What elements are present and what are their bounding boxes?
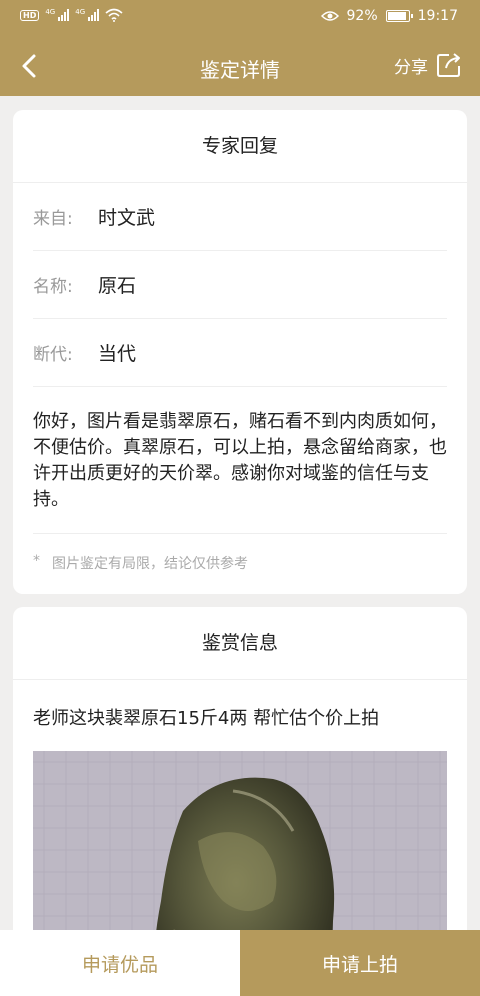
clock: 19:17 [417,8,458,24]
field-label: 断代: [33,345,73,365]
share-label: 分享 [394,57,428,78]
expert-reply-heading: 专家回复 [13,110,467,183]
disclaimer-note: * 图片鉴定有局限，结论仅供参考 [33,534,447,573]
appreciation-heading: 鉴赏信息 [13,607,467,680]
reply-text: 你好，图片看是翡翠原石，赌石看不到内肉质如何，不便估价。真翠原石，可以上拍，悬念… [33,387,447,534]
navigation-bar: 鉴定详情 分享 [0,36,480,96]
battery-percent: 92% [346,8,378,24]
expert-reply-card: 专家回复 来自: 时文武 名称: 原石 断代: 当代 你好，图片看是翡翠原石，赌… [13,110,467,594]
apply-premium-button[interactable]: 申请优品 [0,930,240,996]
wifi-icon [105,8,123,22]
field-value: 当代 [98,343,137,365]
appreciation-description: 老师这块裴翠原石15斤4两 帮忙估个价上拍 [33,708,380,729]
field-row-name: 名称: 原石 [33,251,447,319]
share-icon [437,53,460,77]
field-label: 名称: [33,277,73,297]
status-bar: HD 4G 4G 92% 19:17 [0,0,480,36]
signal-icon-2: 4G [75,9,100,21]
signal-icon: 4G [45,9,70,21]
note-text: 图片鉴定有局限，结论仅供参考 [52,556,248,572]
note-asterisk: * [33,553,40,569]
field-value: 时文武 [98,207,156,229]
hd-badge: HD [20,9,40,21]
apply-auction-button[interactable]: 申请上拍 [240,930,480,996]
battery-icon [385,10,413,22]
bottom-action-bar: 申请优品 申请上拍 [0,930,480,996]
header-bar: HD 4G 4G 92% 19:17 鉴定详情 分享 [0,0,480,96]
eye-icon [320,11,339,21]
field-value: 原石 [98,275,137,297]
field-row-era: 断代: 当代 [33,319,447,387]
share-button[interactable]: 分享 [394,52,462,78]
field-label: 来自: [33,209,73,229]
field-row-from: 来自: 时文武 [33,183,447,251]
